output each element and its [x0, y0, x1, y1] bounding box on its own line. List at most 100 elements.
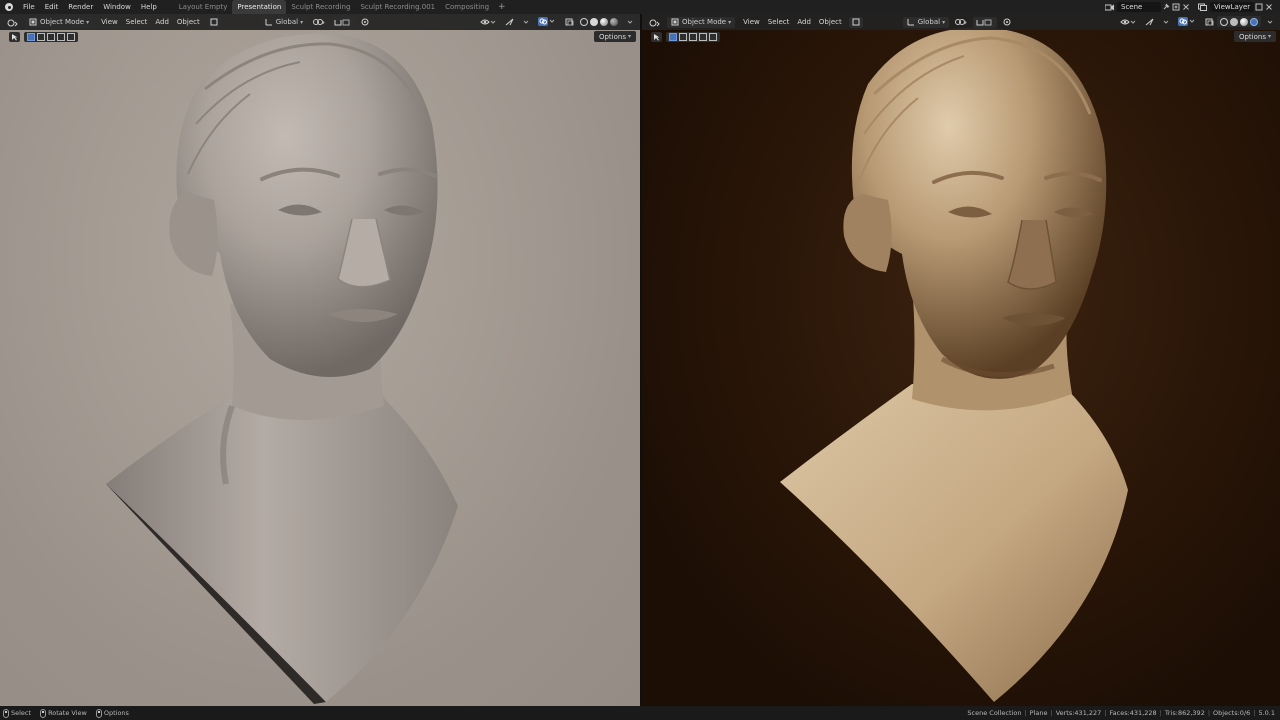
- delete-scene-icon[interactable]: [1181, 2, 1191, 12]
- object-props-icon[interactable]: [206, 16, 221, 28]
- pivot-icon[interactable]: [952, 17, 970, 28]
- menu-object[interactable]: Object: [815, 18, 846, 26]
- tab-presentation[interactable]: Presentation: [232, 0, 287, 14]
- stat-tris: Tris:862,392: [1164, 709, 1205, 717]
- object-props-icon[interactable]: [848, 16, 863, 28]
- delete-view-layer-icon[interactable]: [1264, 2, 1274, 12]
- options-button[interactable]: Options ▾: [593, 31, 636, 42]
- gizmo-dropdown-icon[interactable]: [520, 16, 532, 27]
- select-intersect-icon[interactable]: [67, 33, 75, 41]
- menu-add[interactable]: Add: [151, 18, 173, 26]
- mouse-middle-icon: [40, 708, 47, 718]
- menu-object[interactable]: Object: [173, 18, 204, 26]
- select-invert-icon[interactable]: [57, 33, 65, 41]
- new-scene-icon[interactable]: [1171, 2, 1181, 12]
- selection-mode-group: [666, 32, 720, 42]
- status-hint-rotate-view: Rotate View: [40, 708, 87, 718]
- menu-select[interactable]: Select: [764, 18, 794, 26]
- add-workspace-button[interactable]: +: [494, 0, 510, 14]
- rendered-shading-icon[interactable]: [610, 17, 618, 26]
- options-label: Options: [1238, 32, 1266, 41]
- gizmo-icon[interactable]: [1142, 16, 1157, 27]
- select-invert-icon[interactable]: [699, 33, 707, 41]
- viewport-right-right-controls: [1114, 16, 1276, 27]
- menu-file[interactable]: File: [18, 0, 40, 14]
- select-intersect-icon[interactable]: [709, 33, 717, 41]
- object-mode-dropdown[interactable]: Object Mode ▾: [25, 16, 94, 28]
- select-extend-icon[interactable]: [37, 33, 45, 41]
- select-subtract-icon[interactable]: [689, 33, 697, 41]
- gizmo-icon[interactable]: [502, 16, 517, 27]
- stat-verts: Verts:431,227: [1055, 709, 1102, 717]
- scene-icon: [1104, 2, 1114, 12]
- shading-dropdown-icon[interactable]: [624, 16, 636, 27]
- material-shading-icon[interactable]: [600, 17, 608, 26]
- wireframe-shading-icon[interactable]: [1220, 17, 1228, 26]
- bust-chest: [106, 394, 458, 702]
- overlays-icon[interactable]: [535, 16, 559, 27]
- menu-view[interactable]: View: [97, 18, 122, 26]
- overlays-icon[interactable]: [1175, 16, 1199, 27]
- sculpt-bust-right[interactable]: [642, 14, 1280, 706]
- status-hint-options: Options: [95, 708, 129, 718]
- snap-icon[interactable]: [973, 16, 998, 28]
- transform-orientation-dropdown[interactable]: Global ▾: [260, 16, 308, 28]
- chevron-down-icon: ▾: [300, 18, 304, 26]
- menu-view[interactable]: View: [739, 18, 764, 26]
- proportional-edit-icon[interactable]: [358, 17, 376, 28]
- main-menu: File Edit Render Window Help: [18, 0, 162, 14]
- select-extend-icon[interactable]: [679, 33, 687, 41]
- gizmo-dropdown-icon[interactable]: [1160, 16, 1172, 27]
- workspace-tabs: Layout Empty Presentation Sculpt Recordi…: [174, 0, 510, 14]
- pin-icon[interactable]: [1161, 2, 1171, 12]
- orientation-icon: [907, 19, 914, 26]
- new-view-layer-icon[interactable]: [1254, 2, 1264, 12]
- view-layer-selector[interactable]: ViewLayer: [1197, 2, 1274, 12]
- visibility-icon[interactable]: [477, 16, 499, 27]
- select-tool-icon[interactable]: [651, 32, 662, 42]
- tab-sculpt-recording[interactable]: Sculpt Recording: [286, 0, 355, 14]
- transform-orientation-dropdown[interactable]: Global ▾: [902, 16, 950, 28]
- editor-type-icon[interactable]: [645, 17, 663, 28]
- tab-sculpt-recording-001[interactable]: Sculpt Recording.001: [355, 0, 440, 14]
- shading-dropdown-icon[interactable]: [1264, 16, 1276, 27]
- solid-shading-icon[interactable]: [1230, 17, 1238, 26]
- menu-help[interactable]: Help: [136, 0, 162, 14]
- options-button[interactable]: Options ▾: [1233, 31, 1276, 42]
- material-shading-icon[interactable]: [1240, 17, 1248, 26]
- sculpt-bust-left[interactable]: [0, 14, 640, 706]
- menu-edit[interactable]: Edit: [40, 0, 64, 14]
- solid-shading-icon[interactable]: [590, 17, 598, 26]
- viewport-left[interactable]: Object Mode ▾ View Select Add Object Glo…: [0, 14, 640, 706]
- menu-window[interactable]: Window: [98, 0, 136, 14]
- wireframe-shading-icon[interactable]: [580, 17, 588, 26]
- blender-logo-icon[interactable]: [4, 2, 14, 12]
- visibility-icon[interactable]: [1117, 16, 1139, 27]
- rendered-shading-icon[interactable]: [1250, 17, 1258, 26]
- bust-chest: [780, 384, 1128, 702]
- orientation-label: Global: [275, 18, 299, 26]
- menu-render[interactable]: Render: [63, 0, 98, 14]
- xray-icon[interactable]: [1202, 16, 1217, 27]
- bust-ear: [169, 192, 218, 276]
- select-new-icon[interactable]: [669, 33, 677, 41]
- xray-icon[interactable]: [562, 16, 577, 27]
- object-mode-dropdown[interactable]: Object Mode ▾: [667, 16, 736, 28]
- view-layer-name-field[interactable]: ViewLayer: [1210, 2, 1254, 12]
- selection-mode-group: [24, 32, 78, 42]
- pivot-icon[interactable]: [310, 17, 328, 28]
- tab-compositing[interactable]: Compositing: [440, 0, 494, 14]
- viewport-right[interactable]: Object Mode ▾ View Select Add Object Glo…: [642, 14, 1280, 706]
- scene-selector[interactable]: Scene: [1104, 2, 1191, 12]
- editor-type-icon[interactable]: [3, 17, 21, 28]
- select-subtract-icon[interactable]: [47, 33, 55, 41]
- select-tool-icon[interactable]: [9, 32, 20, 42]
- options-label: Options: [598, 32, 626, 41]
- proportional-edit-icon[interactable]: [1000, 17, 1018, 28]
- menu-add[interactable]: Add: [793, 18, 815, 26]
- menu-select[interactable]: Select: [122, 18, 152, 26]
- scene-name-field[interactable]: Scene: [1117, 2, 1161, 12]
- tab-layout-empty[interactable]: Layout Empty: [174, 0, 233, 14]
- snap-icon[interactable]: [331, 16, 356, 28]
- select-new-icon[interactable]: [27, 33, 35, 41]
